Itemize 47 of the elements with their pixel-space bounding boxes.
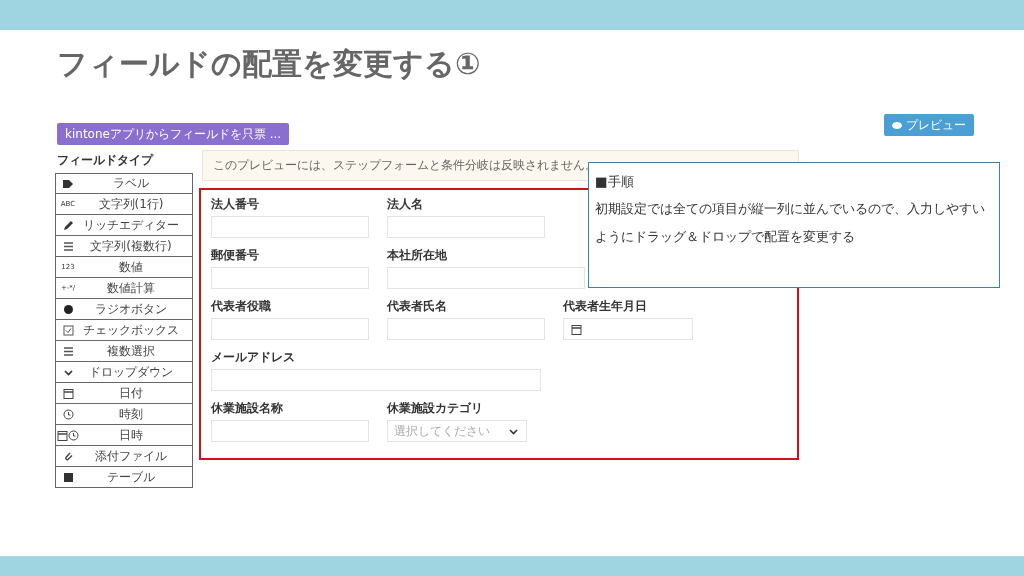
table-icon xyxy=(61,470,75,484)
field-type-item[interactable]: ラベル xyxy=(55,173,193,194)
clock-icon xyxy=(61,407,75,421)
field-type-item[interactable]: リッチエディター xyxy=(55,215,193,236)
input-field[interactable] xyxy=(211,216,369,238)
input-field[interactable] xyxy=(387,216,545,238)
eye-icon xyxy=(892,121,902,129)
field-type-item[interactable]: 時刻 xyxy=(55,404,193,425)
sidebar-heading: フィールドタイプ xyxy=(56,152,155,169)
field-type-item[interactable]: 日付 xyxy=(55,383,193,404)
input-field[interactable] xyxy=(211,369,541,391)
calendar-clock-icon xyxy=(56,428,80,442)
callout-text: 初期設定では全ての項目が縦一列に並んでいるので、入力しやすいようにドラッグ＆ドロップで配置を変更する xyxy=(595,200,986,246)
field-label: 法人番号 xyxy=(211,196,260,210)
slide-title: フィールドの配置を変更する① xyxy=(56,45,482,83)
field-type-item[interactable]: 日時 xyxy=(55,425,193,446)
lines-icon xyxy=(61,344,75,358)
field-type-item[interactable]: ドロップダウン xyxy=(55,362,193,383)
field-label: 本社所在地 xyxy=(387,247,448,261)
lines-icon xyxy=(61,239,75,253)
field-label: 代表者役職 xyxy=(211,298,272,312)
field-label: 休業施設名称 xyxy=(211,400,284,414)
field-label: 代表者生年月日 xyxy=(563,298,648,312)
field-label: 代表者氏名 xyxy=(387,298,448,312)
field-label: 郵便番号 xyxy=(211,247,260,261)
input-field[interactable] xyxy=(387,267,585,289)
input-field[interactable] xyxy=(211,420,369,442)
checkbox-icon xyxy=(61,323,75,337)
calendar-icon xyxy=(61,386,75,400)
field-type-item[interactable]: 文字列(複数行) xyxy=(55,236,193,257)
input-field[interactable] xyxy=(211,318,369,340)
field-type-item[interactable]: テーブル xyxy=(55,467,193,488)
input-field[interactable] xyxy=(387,318,545,340)
field-type-item[interactable]: チェックボックス xyxy=(55,320,193,341)
input-field[interactable] xyxy=(211,267,369,289)
field-type-item[interactable]: 添付ファイル xyxy=(55,446,193,467)
dot-icon xyxy=(61,302,75,316)
import-button[interactable]: kintoneアプリからフィールドを只票 ... xyxy=(57,123,290,145)
field-type-item[interactable]: 複数選択 xyxy=(55,341,193,362)
calendar-icon xyxy=(570,322,583,336)
field-type-item[interactable]: ラジオボタン xyxy=(55,299,193,320)
field-label: メールアドレス xyxy=(211,349,296,363)
tag-icon xyxy=(61,177,75,190)
field-label: 休業施設カテゴリ xyxy=(387,400,484,414)
pencil-icon xyxy=(61,218,75,232)
field-label: 法人名 xyxy=(387,196,424,210)
date-field[interactable] xyxy=(563,318,693,340)
